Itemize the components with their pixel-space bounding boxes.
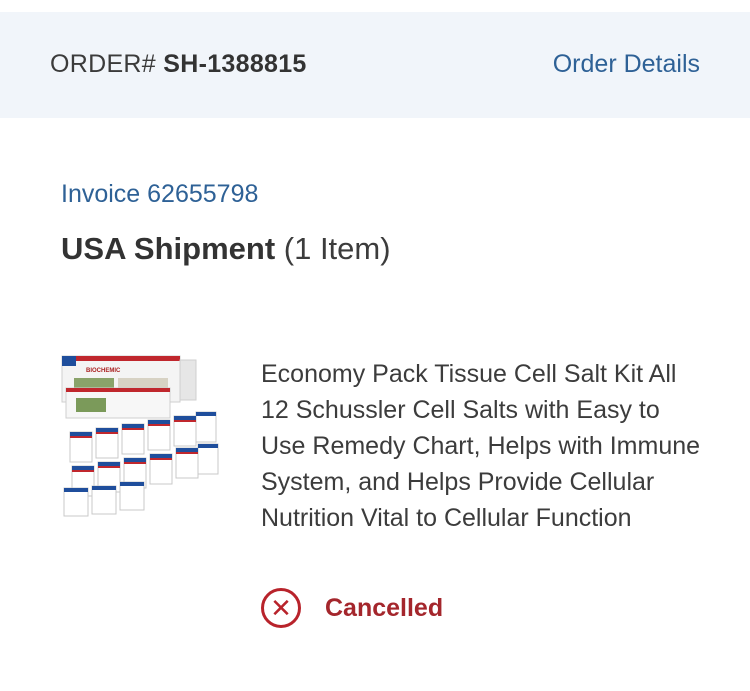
order-status: ✕ Cancelled (261, 586, 443, 630)
invoice-link[interactable]: Invoice 62655798 (61, 180, 258, 209)
shipment-title: USA Shipment (61, 231, 276, 266)
order-number: SH-1388815 (163, 50, 307, 78)
box-label: BIOCHEMIC (86, 368, 121, 374)
order-number-label: ORDER# SH-1388815 (50, 50, 307, 79)
status-label: Cancelled (325, 593, 444, 622)
product-box-image: BIOCHEMIC (61, 355, 219, 517)
shipment-item-count: (1 Item) (283, 231, 391, 266)
product-description[interactable]: Economy Pack Tissue Cell Salt Kit All 12… (261, 356, 701, 536)
order-prefix: ORDER# (50, 50, 156, 78)
order-header: ORDER# SH-1388815 Order Details (0, 12, 750, 118)
order-details-link[interactable]: Order Details (553, 50, 700, 79)
product-image[interactable]: BIOCHEMIC (58, 348, 222, 520)
x-circle-icon: ✕ (261, 588, 301, 628)
shipment-heading: USA Shipment (1 Item) (61, 231, 391, 267)
